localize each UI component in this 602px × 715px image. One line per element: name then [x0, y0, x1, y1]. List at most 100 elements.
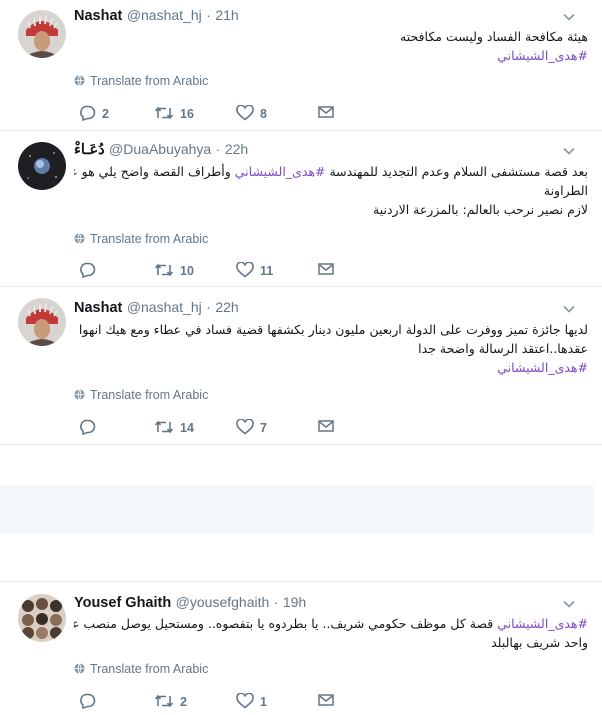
tweet-text: هيئة مكافحة الفساد وليست مكافحته #هدى_ال… [74, 27, 588, 65]
avatar[interactable] [18, 594, 66, 642]
reply-button[interactable] [78, 262, 102, 280]
text-segment: الطراونة [543, 183, 588, 198]
direct-message-button[interactable] [318, 419, 334, 437]
retweet-button[interactable]: 16 [154, 105, 194, 123]
translate-label: Translate from Arabic [90, 232, 209, 246]
author-name[interactable]: دُعَـاءْ [74, 142, 105, 158]
tweet[interactable]: Nashat @nashat_hj · 21h هيئة مكافحة الفس… [0, 0, 602, 131]
tweet[interactable]: Yousef Ghaith @yousefghaith · 19h #هدى_ا… [0, 582, 602, 715]
retweet-button[interactable]: 10 [154, 262, 194, 280]
chevron-down-icon[interactable] [562, 302, 576, 316]
reply-button[interactable]: 2 [78, 105, 109, 123]
text-segment: عقدها..اعتقد الرسالة واضحة جدا [418, 341, 588, 356]
text-segment: وأطراف القصة واضح يلي هو عاطف [74, 164, 231, 179]
tweet-text-line: #هدى_الشيشاني قصة كل موظف حكومي شريف.. ي… [74, 614, 588, 633]
tweet-timestamp[interactable]: 19h [283, 594, 306, 610]
globe-icon [74, 75, 85, 86]
tweet-text-line: #هدى_الشيشاني [74, 46, 588, 65]
direct-message-button[interactable] [318, 693, 334, 711]
separator-dot: · [206, 7, 211, 23]
hashtag-link[interactable]: #هدى_الشيشاني [497, 48, 588, 63]
translate-link[interactable]: Translate from Arabic [74, 662, 208, 678]
tweet-timestamp[interactable]: 22h [215, 299, 238, 315]
author-name[interactable]: Yousef Ghaith [74, 595, 171, 611]
like-button[interactable]: 7 [236, 419, 267, 437]
direct-message-button[interactable] [318, 262, 334, 280]
tweet-timestamp[interactable]: 22h [225, 141, 248, 157]
tweet-text-line: واحد شريف بهالبلد [74, 633, 588, 652]
text-segment: لازم نصير نرحب بالعالم: بالمزرعة الاردني… [373, 202, 588, 217]
avatar[interactable] [18, 10, 66, 58]
tweet-text-line: بعد قصة مستشفى السلام وعدم التجديد للمهن… [74, 162, 588, 181]
chevron-down-icon[interactable] [562, 10, 576, 24]
reply-button[interactable] [78, 693, 102, 711]
retweet-icon [154, 263, 174, 277]
globe-icon [74, 389, 85, 400]
like-button[interactable]: 1 [236, 693, 267, 711]
globe-icon [74, 233, 85, 244]
avatar[interactable] [18, 142, 66, 190]
translate-link[interactable]: Translate from Arabic [74, 232, 208, 248]
reply-icon [80, 693, 96, 709]
tweet[interactable]: Nashat @nashat_hj · 22h لديها جائزة تميز… [0, 287, 602, 445]
globe-icon [74, 663, 85, 674]
separator-dot: · [215, 141, 221, 157]
hashtag-link[interactable]: #هدى_الشيشاني [497, 616, 588, 631]
retweet-icon [154, 420, 174, 434]
text-segment: هيئة مكافحة الفساد وليست مكافحته [400, 29, 588, 44]
loading-placeholder [0, 485, 594, 533]
reply-icon [80, 105, 96, 121]
heart-icon [236, 105, 254, 121]
tweet-text-line: لديها جائزة تميز ووفرت على الدولة اربعين… [74, 320, 588, 339]
author-handle[interactable]: @nashat_hj [127, 7, 202, 23]
timeline-gap [0, 445, 602, 582]
avatar[interactable] [18, 298, 66, 346]
translate-link[interactable]: Translate from Arabic [74, 388, 208, 404]
direct-message-icon [318, 420, 334, 432]
tweet-actions: 2 16 8 [74, 105, 374, 123]
tweet-text-line: عقدها..اعتقد الرسالة واضحة جدا [74, 339, 588, 358]
author-handle[interactable]: @nashat_hj [127, 299, 202, 315]
author-handle[interactable]: @DuaAbuyahya [109, 141, 211, 157]
tweet-timeline: Nashat @nashat_hj · 21h هيئة مكافحة الفس… [0, 0, 602, 715]
tweet-text-line: الطراونة [74, 181, 588, 200]
text-segment: لديها جائزة تميز ووفرت على الدولة اربعين… [78, 322, 588, 337]
tweet-header: Yousef Ghaith @yousefghaith · 19h [74, 594, 562, 614]
reply-icon [80, 262, 96, 278]
tweet-text-line: #هدى_الشيشاني [74, 358, 588, 377]
translate-label: Translate from Arabic [90, 388, 209, 402]
retweet-button[interactable]: 14 [154, 419, 194, 437]
retweet-icon [154, 106, 174, 120]
tweet-header: Nashat @nashat_hj · 22h [74, 299, 562, 319]
author-name[interactable]: Nashat [74, 300, 122, 316]
like-button[interactable]: 11 [236, 262, 273, 280]
author-handle[interactable]: @yousefghaith [176, 594, 270, 610]
tweet-timestamp[interactable]: 21h [215, 7, 238, 23]
tweet[interactable]: دُعَـاءْ @DuaAbuyahya · 22h بعد قصة مستش… [0, 131, 602, 287]
text-segment: بعد قصة مستشفى السلام وعدم التجديد للمهن… [325, 164, 588, 179]
separator-dot: · [206, 299, 211, 315]
chevron-down-icon[interactable] [562, 144, 576, 158]
reply-icon [80, 419, 96, 435]
tweet-text-line: هيئة مكافحة الفساد وليست مكافحته [74, 27, 588, 46]
translate-link[interactable]: Translate from Arabic [74, 74, 208, 90]
author-name[interactable]: Nashat [74, 8, 122, 24]
tweet-header: Nashat @nashat_hj · 21h [74, 7, 562, 27]
tweet-actions: 10 11 [74, 262, 374, 280]
direct-message-icon [318, 694, 334, 706]
chevron-down-icon[interactable] [562, 597, 576, 611]
tweet-actions: 14 7 [74, 419, 374, 437]
tweet-text: #هدى_الشيشاني قصة كل موظف حكومي شريف.. ي… [74, 614, 588, 652]
reply-count: 2 [102, 107, 109, 121]
tweet-header: دُعَـاءْ @DuaAbuyahya · 22h [74, 141, 562, 161]
heart-icon [236, 262, 254, 278]
tweet-text: لديها جائزة تميز ووفرت على الدولة اربعين… [74, 320, 588, 377]
reply-button[interactable] [78, 419, 102, 437]
translate-label: Translate from Arabic [90, 662, 209, 676]
hashtag-link[interactable]: #هدى_الشيشاني [497, 360, 588, 375]
direct-message-button[interactable] [318, 105, 334, 123]
hashtag-link[interactable]: #هدى_الشيشاني [235, 164, 326, 179]
like-button[interactable]: 8 [236, 105, 267, 123]
retweet-count: 14 [180, 421, 194, 435]
retweet-button[interactable]: 2 [154, 693, 187, 711]
